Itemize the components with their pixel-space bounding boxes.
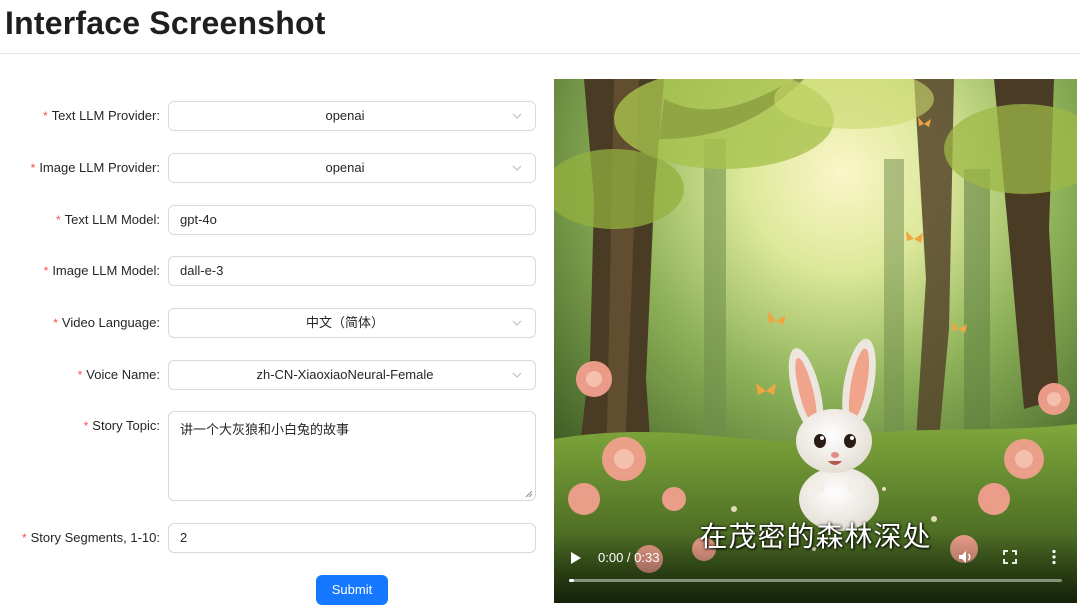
image-llm-model-input[interactable]: dall-e-3 [168, 256, 536, 286]
story-topic-textarea[interactable]: 讲一个大灰狼和小白兔的故事 [168, 411, 536, 501]
required-mark: * [53, 316, 58, 330]
video-language-select[interactable]: 中文（简体） [168, 308, 536, 338]
fullscreen-icon[interactable] [1003, 550, 1017, 564]
image-llm-model-label: * Image LLM Model: [43, 263, 160, 278]
text-llm-model-value: gpt-4o [180, 212, 217, 227]
voice-name-select[interactable]: zh-CN-XiaoxiaoNeural-Female [168, 360, 536, 390]
image-llm-provider-value: openai [325, 160, 365, 175]
required-mark: * [43, 264, 49, 278]
text-llm-model-label: * Text LLM Model: [55, 212, 160, 227]
chevron-down-icon [512, 113, 522, 119]
required-mark: * [55, 213, 61, 227]
image-llm-provider-select[interactable]: openai [168, 153, 536, 183]
story-topic-label: * Story Topic: [83, 418, 160, 433]
form-row-text-llm-model: * Text LLM Model: gpt-4o [0, 205, 540, 235]
title-divider [0, 53, 1080, 54]
text-llm-provider-label: * Text LLM Provider: [42, 108, 160, 123]
video-progress-bar[interactable] [569, 579, 1062, 582]
form-row-image-llm-model: * Image LLM Model: dall-e-3 [0, 256, 540, 286]
chevron-down-icon [512, 320, 522, 326]
form-row-text-llm-provider: * Text LLM Provider: openai [0, 101, 540, 131]
resize-handle-icon[interactable] [524, 489, 533, 498]
image-llm-provider-label: * Image LLM Provider: [30, 160, 160, 175]
video-language-value: 中文（简体） [305, 315, 384, 330]
required-mark: * [42, 109, 48, 123]
form-row-image-llm-provider: * Image LLM Provider: openai [0, 153, 540, 183]
more-options-icon[interactable] [1051, 549, 1057, 565]
video-progress-fill [569, 579, 574, 582]
chevron-down-icon [512, 165, 522, 171]
voice-name-value: zh-CN-XiaoxiaoNeural-Female [256, 367, 434, 382]
text-llm-model-input[interactable]: gpt-4o [168, 205, 536, 235]
required-mark: * [83, 419, 89, 433]
required-mark: * [30, 161, 36, 175]
required-mark: * [21, 531, 27, 545]
form-row-video-language: * Video Language: 中文（简体） [0, 308, 540, 338]
text-llm-provider-select[interactable]: openai [168, 101, 536, 131]
video-time: 0:00 / 0:33 [598, 550, 660, 565]
required-mark: * [77, 368, 83, 382]
submit-button[interactable]: Submit [316, 575, 388, 605]
image-llm-model-value: dall-e-3 [180, 263, 224, 278]
story-topic-value: 讲一个大灰狼和小白兔的故事 [180, 422, 350, 437]
voice-name-label: * Voice Name: [77, 367, 160, 382]
story-segments-value: 2 [180, 530, 188, 545]
form-row-story-topic: * Story Topic: 讲一个大灰狼和小白兔的故事 [0, 411, 540, 501]
text-llm-provider-value: openai [325, 108, 365, 123]
chevron-down-icon [512, 372, 522, 378]
story-segments-input[interactable]: 2 [168, 523, 536, 553]
play-icon[interactable] [570, 551, 582, 565]
story-segments-label: * Story Segments, 1-10: [21, 530, 160, 545]
form-row-story-segments: * Story Segments, 1-10: 2 [0, 523, 540, 553]
form-row-voice-name: * Voice Name: zh-CN-XiaoxiaoNeural-Female [0, 360, 540, 390]
video-player[interactable]: 在茂密的森林深处 0:00 / 0:33 [554, 79, 1077, 603]
volume-icon[interactable] [958, 549, 974, 565]
video-language-label: * Video Language: [53, 315, 160, 330]
page-title: Interface Screenshot [5, 5, 326, 41]
